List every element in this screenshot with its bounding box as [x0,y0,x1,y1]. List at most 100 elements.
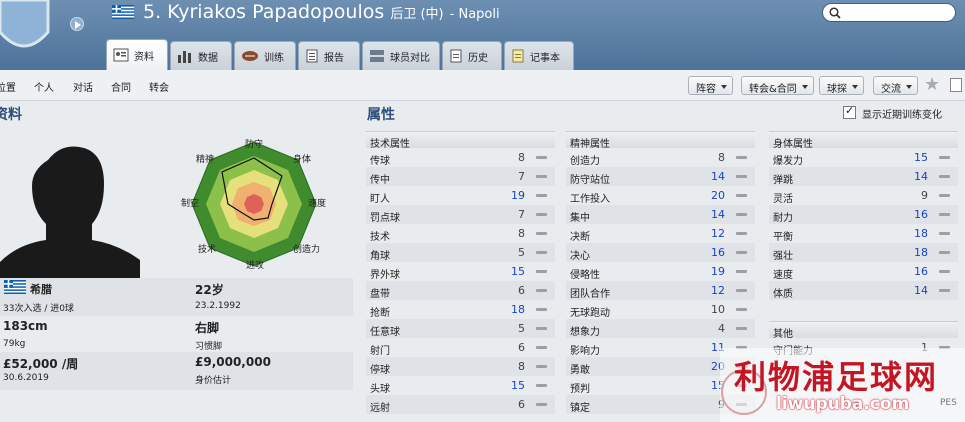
tab-profile[interactable]: 资料 [106,39,168,70]
date-of-birth: 23.2.1992 [195,301,241,311]
attribute-row[interactable]: 平衡 18 [769,224,958,243]
subnav-position[interactable]: 位置 [0,79,16,94]
attribute-name: 技术 [370,232,390,243]
attribute-value: 8 [518,227,525,240]
attribute-row[interactable]: 传球 8 [366,148,555,167]
attribute-row[interactable]: 无球跑动 10 [566,300,755,319]
tab-notebook[interactable]: 记事本 [504,41,574,70]
attribute-value: 14 [711,170,725,183]
estimated-value-label: 身价估计 [195,376,232,386]
squad-dropdown[interactable]: 阵容 [688,76,733,95]
attribute-row[interactable]: 创造力 8 [566,148,755,167]
attribute-row[interactable]: 远射 6 [366,395,555,414]
player-silhouette-icon [0,146,140,280]
player-club[interactable]: Napoli [458,7,499,22]
attribute-row[interactable]: 防守站位 14 [566,167,755,186]
attribute-row[interactable]: 想象力 4 [566,319,755,338]
attribute-name: 速度 [773,270,793,281]
info-row-nationality: 希腊 33次入选 / 进0球 22岁 23.2.1992 [0,278,353,316]
attribute-row[interactable]: 任意球 5 [366,319,555,338]
attribute-row[interactable]: 灵活 9 [769,186,958,205]
attribute-value: 20 [711,189,725,202]
transfer-contract-dropdown[interactable]: 转会&合同 [741,76,814,95]
attribute-row[interactable]: 传中 7 [366,167,555,186]
watermark-text: 利物浦足球网 [734,358,939,396]
tab-label: 报告 [324,52,344,64]
tab-training[interactable]: 训练 [234,41,296,70]
attribute-row[interactable]: 停球 8 [366,357,555,376]
attribute-value: 10 [711,303,725,316]
attribute-row[interactable]: 工作投入 20 [566,186,755,205]
radar-label-aerial: 制空 [181,199,200,209]
attribute-row[interactable]: 决心 16 [566,243,755,262]
attribute-row[interactable]: 盘带 6 [366,281,555,300]
attribute-name: 集中 [570,213,590,224]
attribute-row[interactable]: 团队合作 12 [566,281,755,300]
interact-dropdown[interactable]: 交流 [873,76,918,95]
attribute-row[interactable]: 体质 14 [769,281,958,300]
history-icon [450,49,462,63]
attribute-value: 18 [511,303,525,316]
attribute-row[interactable]: 集中 14 [566,205,755,224]
attribute-name: 传中 [370,175,390,186]
subnav-interaction[interactable]: 对话 [73,79,93,94]
attribute-name: 射门 [370,346,390,357]
tab-label: 训练 [264,52,284,64]
attribute-value: 14 [914,170,928,183]
subnav-personal[interactable]: 个人 [34,79,54,94]
subnav-transfer[interactable]: 转会 [149,79,169,94]
attribute-row[interactable]: 射门 6 [366,338,555,357]
scout-dropdown[interactable]: 球探 [819,76,864,95]
attribute-value: 7 [518,170,525,183]
next-player-arrow-icon[interactable] [70,17,84,31]
trend-dash-icon [736,213,747,216]
attribute-row[interactable]: 爆发力 15 [769,148,958,167]
trend-dash-icon [736,327,747,330]
attribute-row[interactable]: 头球 15 [366,376,555,395]
attribute-name: 强壮 [773,251,793,262]
attribute-value: 8 [518,151,525,164]
attribute-value: 15 [511,265,525,278]
tab-history[interactable]: 历史 [442,41,502,70]
attribute-row[interactable]: 罚点球 7 [366,205,555,224]
attribute-name: 传球 [370,156,390,167]
tab-label: 记事本 [530,52,560,64]
attribute-value: 8 [718,151,725,164]
tab-compare[interactable]: 球员对比 [362,41,440,70]
attribute-row[interactable]: 弹跳 14 [769,167,958,186]
show-training-checkbox[interactable] [843,104,856,119]
attribute-row[interactable]: 耐力 16 [769,205,958,224]
attribute-name: 勇敢 [570,365,590,376]
shortlist-star-icon[interactable]: ★ [924,74,940,95]
trend-dash-icon [736,156,747,159]
info-row-physique: 183cm 79kg 右脚 习惯脚 [0,316,353,354]
attribute-row[interactable]: 速度 16 [769,262,958,281]
trend-dash-icon [736,175,747,178]
attribute-row[interactable]: 抢断 18 [366,300,555,319]
attribute-value: 16 [711,246,725,259]
attribute-row[interactable]: 角球 5 [366,243,555,262]
search-icon [829,7,841,19]
attribute-name: 决心 [570,251,590,262]
attribute-name: 无球跑动 [570,308,610,319]
trend-dash-icon [536,232,547,235]
attribute-name: 侵略性 [570,270,600,281]
tab-stats[interactable]: 数据 [170,41,232,70]
attribute-row[interactable]: 侵略性 19 [566,262,755,281]
attribute-row[interactable]: 决断 12 [566,224,755,243]
search-input[interactable] [822,3,956,22]
tab-label: 历史 [468,52,488,64]
attribute-row[interactable]: 强壮 18 [769,243,958,262]
attribute-name: 停球 [370,365,390,376]
physical-header: 身体属性 [769,131,958,150]
nationality[interactable]: 希腊 [30,281,52,297]
attribute-value: 8 [518,360,525,373]
attribute-row[interactable]: 盯人 19 [366,186,555,205]
attribute-row[interactable]: 技术 8 [366,224,555,243]
watermark-url: liwupuba.com [776,394,910,414]
notes-icon[interactable] [950,78,962,92]
attribute-row[interactable]: 界外球 15 [366,262,555,281]
show-training-label: 显示近期训练变化 [862,110,942,121]
subnav-contract[interactable]: 合同 [111,79,131,94]
tab-report[interactable]: 报告 [298,41,360,70]
